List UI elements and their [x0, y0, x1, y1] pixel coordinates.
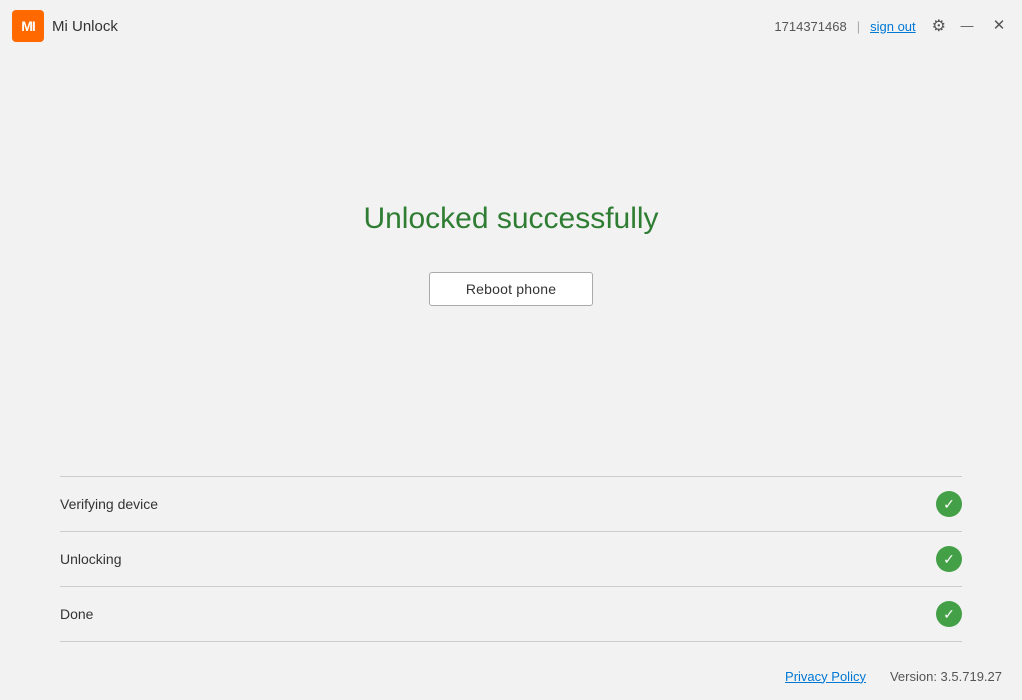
version-text: Version: 3.5.719.27	[890, 669, 1002, 684]
settings-icon[interactable]: ⚙	[932, 16, 946, 36]
app-title: Mi Unlock	[52, 18, 118, 35]
separator: |	[857, 19, 860, 34]
step-label: Verifying device	[60, 496, 158, 512]
logo-area: MI Mi Unlock	[12, 10, 118, 42]
step-row: Verifying device ✓	[60, 476, 962, 531]
step-check-icon: ✓	[936, 601, 962, 627]
step-check-icon: ✓	[936, 491, 962, 517]
mi-logo-icon: MI	[12, 10, 44, 42]
privacy-policy-link[interactable]: Privacy Policy	[785, 669, 866, 684]
step-row: Done ✓	[60, 586, 962, 642]
success-title: Unlocked successfully	[363, 202, 658, 236]
step-label: Unlocking	[60, 551, 121, 567]
steps-section: Verifying device ✓ Unlocking ✓ Done ✓	[60, 476, 962, 642]
top-section: Unlocked successfully Reboot phone	[60, 52, 962, 476]
main-content: Unlocked successfully Reboot phone Verif…	[0, 52, 1022, 652]
step-check-icon: ✓	[936, 546, 962, 572]
user-id: 1714371468	[774, 19, 846, 34]
close-button[interactable]: ✕	[988, 15, 1010, 37]
minimize-button[interactable]: —	[956, 15, 978, 37]
sign-out-link[interactable]: sign out	[870, 19, 916, 34]
step-label: Done	[60, 606, 93, 622]
step-row: Unlocking ✓	[60, 531, 962, 586]
titlebar-right: 1714371468 | sign out ⚙ — ✕	[774, 15, 1010, 37]
titlebar: MI Mi Unlock 1714371468 | sign out ⚙ — ✕	[0, 0, 1022, 52]
reboot-phone-button[interactable]: Reboot phone	[429, 272, 593, 306]
footer: Privacy Policy Version: 3.5.719.27	[0, 652, 1022, 700]
